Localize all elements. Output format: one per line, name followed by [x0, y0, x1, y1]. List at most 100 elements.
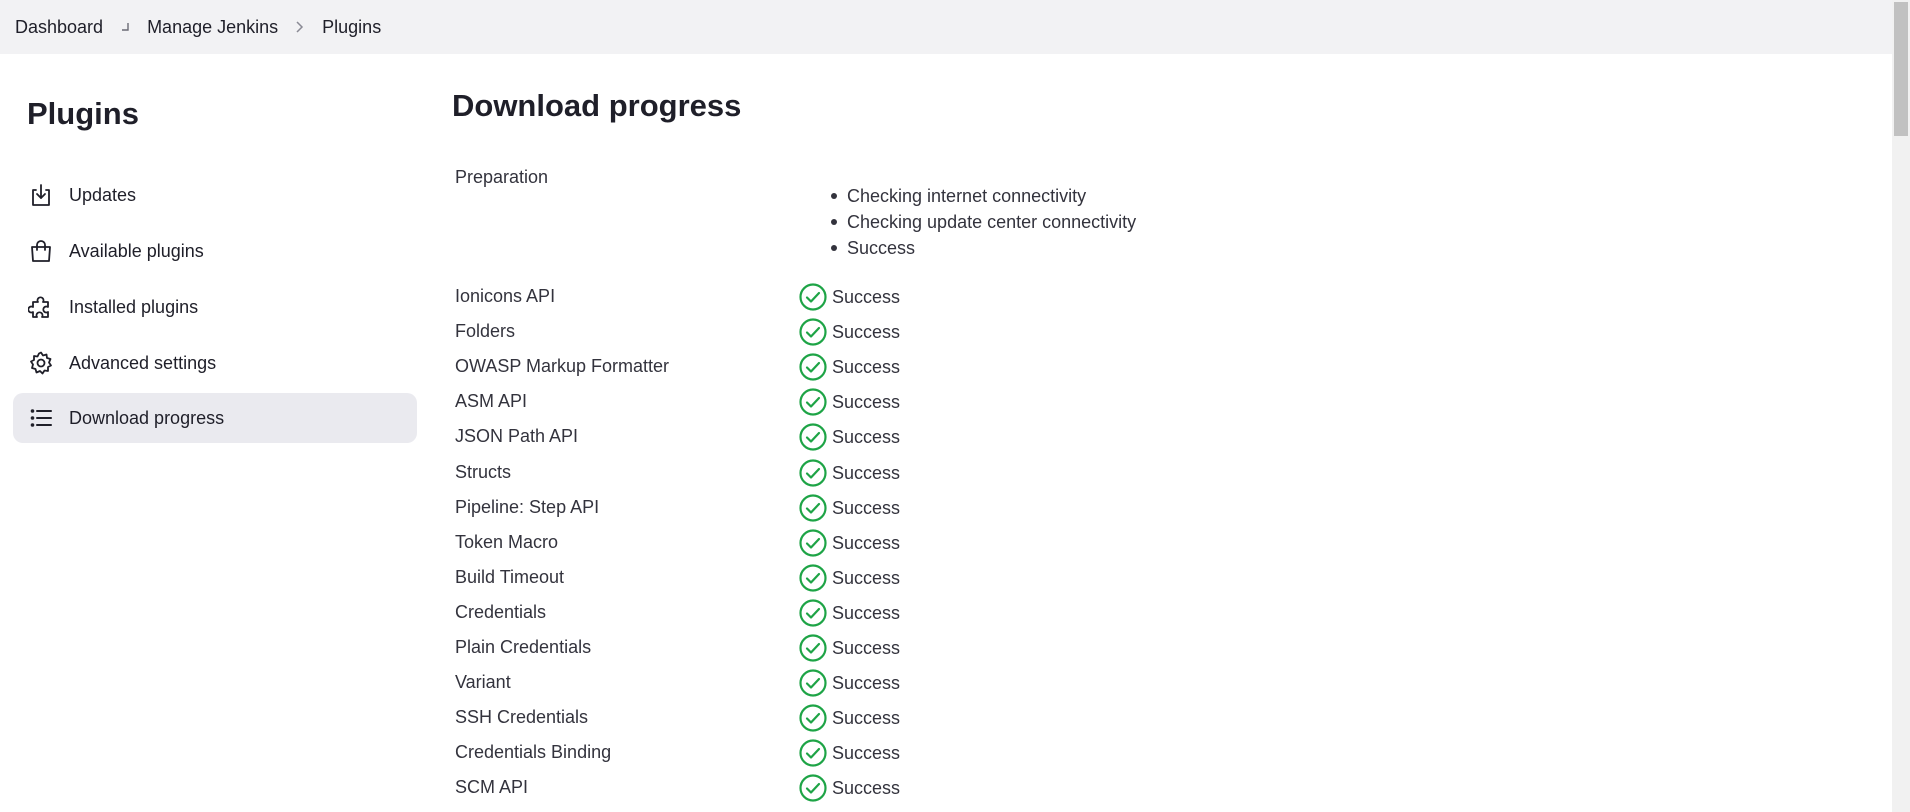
sidebar-item-installed-plugins[interactable]: Installed plugins — [13, 282, 417, 332]
check-circle-icon — [798, 317, 828, 347]
page: Dashboard Manage Jenkins Plugins Plugins… — [0, 0, 1910, 812]
check-circle-icon — [798, 738, 828, 768]
shopping-bag-icon — [28, 238, 54, 264]
breadcrumb-manage-jenkins[interactable]: Manage Jenkins — [147, 17, 278, 38]
status-text: Success — [832, 602, 901, 623]
page-title: Download progress — [452, 88, 742, 123]
breadcrumb-dashboard[interactable]: Dashboard — [15, 17, 103, 38]
check-circle-icon — [798, 282, 828, 312]
status-badge: Success — [798, 738, 900, 768]
plugin-name: Credentials Binding — [455, 742, 612, 762]
plugin-name: SSH Credentials — [455, 707, 589, 727]
list-item: Checking update center connectivity — [830, 209, 1136, 235]
download-icon — [28, 182, 54, 208]
breadcrumb-dropdown-icon[interactable] — [103, 17, 147, 37]
status-badge: Success — [798, 703, 900, 733]
preparation-steps: Checking internet connectivity Checking … — [830, 183, 1136, 261]
check-circle-icon — [798, 387, 828, 417]
plugin-name: Pipeline: Step API — [455, 497, 600, 517]
list-item: Success — [830, 235, 1136, 261]
check-circle-icon — [798, 668, 828, 698]
status-badge: Success — [798, 282, 900, 312]
status-text: Success — [832, 532, 901, 553]
sidebar-item-advanced-settings[interactable]: Advanced settings — [13, 338, 417, 388]
status-text: Success — [832, 321, 901, 342]
plugin-name: Credentials — [455, 602, 547, 622]
table-row: SSH Credentials Success — [455, 703, 1055, 733]
check-circle-icon — [798, 563, 828, 593]
plugin-name: OWASP Markup Formatter — [455, 356, 670, 376]
table-row: Folders Success — [455, 317, 1055, 347]
preparation-label: Preparation — [455, 167, 549, 187]
status-badge: Success — [798, 493, 900, 523]
status-badge: Success — [798, 598, 900, 628]
table-row: OWASP Markup Formatter Success — [455, 352, 1055, 382]
plugin-name: Ionicons API — [455, 286, 556, 306]
plugin-name: Token Macro — [455, 532, 559, 552]
sidebar-item-label: Download progress — [69, 407, 225, 428]
table-row: Credentials Success — [455, 598, 1055, 628]
status-badge: Success — [798, 528, 900, 558]
sidebar-item-label: Advanced settings — [69, 352, 217, 373]
table-row: Token Macro Success — [455, 528, 1055, 558]
check-circle-icon — [798, 633, 828, 663]
status-badge: Success — [798, 633, 900, 663]
plugin-name: ASM API — [455, 391, 528, 411]
breadcrumb-plugins[interactable]: Plugins — [322, 17, 381, 38]
check-circle-icon — [798, 528, 828, 558]
check-circle-icon — [798, 352, 828, 382]
table-row: Plain Credentials Success — [455, 633, 1055, 663]
sidebar-item-updates[interactable]: Updates — [13, 170, 417, 220]
status-text: Success — [832, 707, 901, 728]
table-row: Structs Success — [455, 458, 1055, 488]
table-row: Ionicons API Success — [455, 282, 1055, 312]
breadcrumb: Dashboard Manage Jenkins Plugins — [0, 0, 1892, 54]
list-item: Checking internet connectivity — [830, 183, 1136, 209]
table-row: Pipeline: Step API Success — [455, 493, 1055, 523]
status-badge: Success — [798, 387, 900, 417]
plugin-name: Structs — [455, 462, 512, 482]
table-row: SCM API Success — [455, 773, 1055, 803]
status-badge: Success — [798, 317, 900, 347]
plugin-name: Folders — [455, 321, 516, 341]
sidebar-item-download-progress[interactable]: Download progress — [13, 393, 417, 443]
check-circle-icon — [798, 458, 828, 488]
check-circle-icon — [798, 493, 828, 523]
status-text: Success — [832, 286, 901, 307]
table-row: Build Timeout Success — [455, 563, 1055, 593]
puzzle-icon — [28, 294, 54, 320]
sidebar-item-label: Available plugins — [69, 240, 204, 261]
table-row: Credentials Binding Success — [455, 738, 1055, 768]
plugin-name: Build Timeout — [455, 567, 565, 587]
scrollbar[interactable] — [1892, 0, 1910, 812]
status-text: Success — [832, 462, 901, 483]
status-text: Success — [832, 742, 901, 763]
sidebar-item-label: Installed plugins — [69, 296, 199, 317]
plugin-name: JSON Path API — [455, 426, 579, 446]
scrollbar-thumb[interactable] — [1894, 2, 1908, 136]
status-badge: Success — [798, 422, 900, 452]
status-text: Success — [832, 567, 901, 588]
check-circle-icon — [798, 703, 828, 733]
gear-icon — [28, 350, 54, 376]
status-badge: Success — [798, 458, 900, 488]
status-badge: Success — [798, 773, 900, 803]
status-text: Success — [832, 777, 901, 798]
plugin-name: Variant — [455, 672, 511, 692]
status-badge: Success — [798, 668, 900, 698]
plugin-name: Plain Credentials — [455, 637, 592, 657]
list-icon — [28, 405, 54, 431]
status-badge: Success — [798, 352, 900, 382]
status-text: Success — [832, 637, 901, 658]
check-circle-icon — [798, 598, 828, 628]
status-text: Success — [832, 391, 901, 412]
sidebar-item-label: Updates — [69, 184, 137, 205]
check-circle-icon — [798, 422, 828, 452]
check-circle-icon — [798, 773, 828, 803]
table-row: Variant Success — [455, 668, 1055, 698]
status-text: Success — [832, 497, 901, 518]
sidebar-item-available-plugins[interactable]: Available plugins — [13, 226, 417, 276]
chevron-right-icon — [278, 17, 322, 37]
table-row: ASM API Success — [455, 387, 1055, 417]
plugin-name: SCM API — [455, 777, 529, 797]
